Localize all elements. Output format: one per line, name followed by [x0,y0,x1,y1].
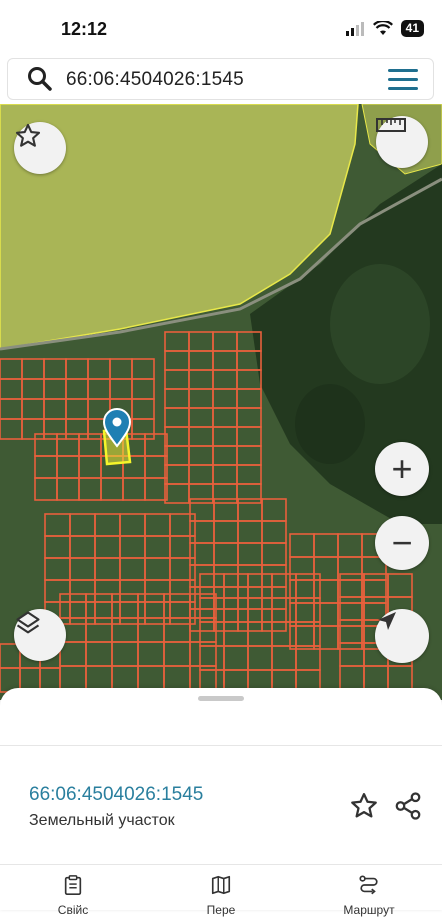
route-icon [359,875,378,895]
navigation-arrow-icon [378,612,396,630]
parcel-type: Земельный участок [29,812,175,829]
menu-icon[interactable] [388,69,418,91]
share-icon[interactable] [393,791,423,821]
minus-icon: − [391,522,413,563]
ruler-button[interactable] [376,116,428,168]
search-bar[interactable]: 66:06:4504026:1545 [7,58,434,100]
search-icon[interactable] [27,66,53,92]
plus-icon: + [391,448,413,489]
battery-indicator: 41 [400,20,424,37]
tab-properties[interactable]: Свійс [23,874,123,917]
status-bar: 12:12 41 [0,0,442,56]
map-icon [211,875,231,895]
parcel-info-sheet[interactable]: 66:06:4504026:1545 Земельный участок Сві… [0,688,442,917]
ruler-icon [376,118,406,132]
zoom-in-button[interactable]: + [375,442,429,496]
tab-label: Пере [206,903,236,917]
status-time: 12:12 [61,19,108,39]
layers-icon [16,611,40,634]
star-icon [15,123,41,147]
tab-route[interactable]: Маршрут [319,874,419,917]
signal-icon [345,21,364,36]
tab-label: Маршрут [343,903,395,917]
status-icons: 41 [345,20,424,37]
wifi-icon [372,21,393,35]
sheet-divider [0,745,442,746]
tab-map[interactable]: Пере [171,874,271,917]
tabs-divider [0,864,442,865]
tab-label: Свійс [57,903,89,917]
layers-button[interactable] [14,609,66,661]
clipboard-icon [64,875,82,895]
locate-button[interactable] [375,609,429,663]
parcel-id[interactable]: 66:06:4504026:1545 [29,784,203,806]
star-icon[interactable] [349,791,379,821]
sheet-drag-handle[interactable] [198,696,244,701]
zoom-out-button[interactable]: − [375,516,429,570]
favorite-button[interactable] [14,122,66,174]
search-input[interactable]: 66:06:4504026:1545 [66,69,244,91]
map-view[interactable]: + − [0,104,442,700]
